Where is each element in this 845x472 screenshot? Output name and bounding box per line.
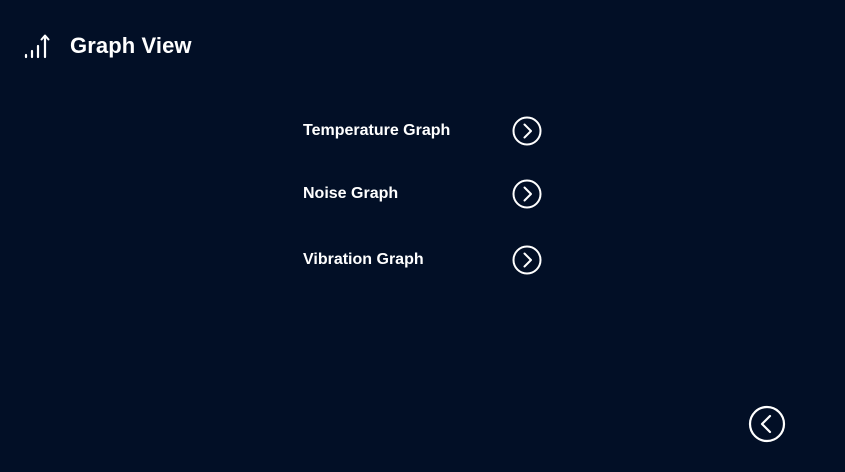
menu-item-label: Noise Graph [303, 185, 399, 202]
page-title: Graph View [70, 33, 192, 58]
chevron-right-circle-icon[interactable] [511, 244, 543, 276]
page-header: Graph View [24, 28, 192, 64]
menu-item-temperature-graph[interactable]: Temperature Graph [303, 114, 543, 148]
chevron-right-circle-icon[interactable] [511, 178, 543, 210]
back-button[interactable] [747, 404, 787, 444]
menu-item-label: Temperature Graph [303, 122, 451, 139]
chevron-right-circle-icon[interactable] [511, 115, 543, 147]
menu-item-label: Vibration Graph [303, 251, 424, 268]
signal-bars-arrow-icon [24, 34, 50, 59]
menu-item-vibration-graph[interactable]: Vibration Graph [303, 243, 543, 277]
chevron-left-circle-icon[interactable] [747, 404, 787, 444]
menu-item-noise-graph[interactable]: Noise Graph [303, 177, 543, 211]
